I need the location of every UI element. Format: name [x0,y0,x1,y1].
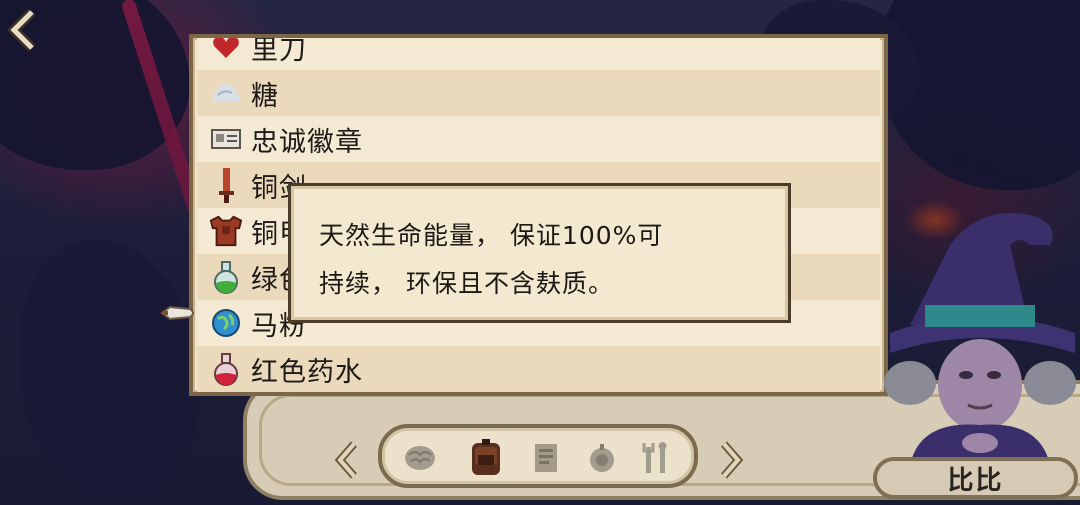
brain-icon [405,446,435,470]
inventory-item[interactable]: 忠诚徽章 [197,116,880,162]
npc-name: 比比 [947,465,1004,496]
selection-pointer-icon [160,305,194,321]
item-label: 红色药水 [251,356,363,388]
tooltip-line: 持续， 环保且不含麸质。 [319,269,614,298]
green-potion-icon [209,260,243,294]
badge-icon [209,122,243,156]
globe-orb-icon [209,306,243,340]
tree-silhouette [20,240,200,500]
sugar-icon [209,76,243,110]
heart-icon [209,38,243,64]
witch-npc-portrait [884,213,1076,465]
armor-icon [209,214,243,248]
red-potion-icon [209,352,243,386]
back-arrow-icon[interactable] [6,8,40,52]
sword-icon [209,168,243,203]
scroll-icon [535,444,557,472]
bomb-icon [590,444,614,472]
tooltip-line: 天然生命能量， 保证100%可 [319,221,664,250]
item-label: 糖 [251,80,279,112]
inventory-item[interactable]: 糖 [197,70,880,116]
inventory-item[interactable]: 红色药水 [197,346,880,392]
tab-bombs[interactable] [584,438,620,478]
item-label: 忠诚徽章 [251,126,363,158]
tab-tools[interactable] [638,438,674,478]
item-description-tooltip: 天然生命能量， 保证100%可 持续， 环保且不含麸质。 [288,183,791,323]
tab-quests[interactable] [528,438,564,478]
backpack-icon [472,439,500,475]
category-tab-bar [378,424,698,488]
tools-icon [642,442,667,473]
tab-brain[interactable] [402,438,438,478]
inventory-item[interactable]: 里刀 [197,34,880,70]
npc-name-tag: 比比 [873,457,1078,499]
tab-backpack[interactable] [468,438,504,478]
prev-category-arrow-icon[interactable] [332,440,362,480]
next-category-arrow-icon[interactable] [716,440,746,480]
item-label: 里刀 [251,34,307,66]
